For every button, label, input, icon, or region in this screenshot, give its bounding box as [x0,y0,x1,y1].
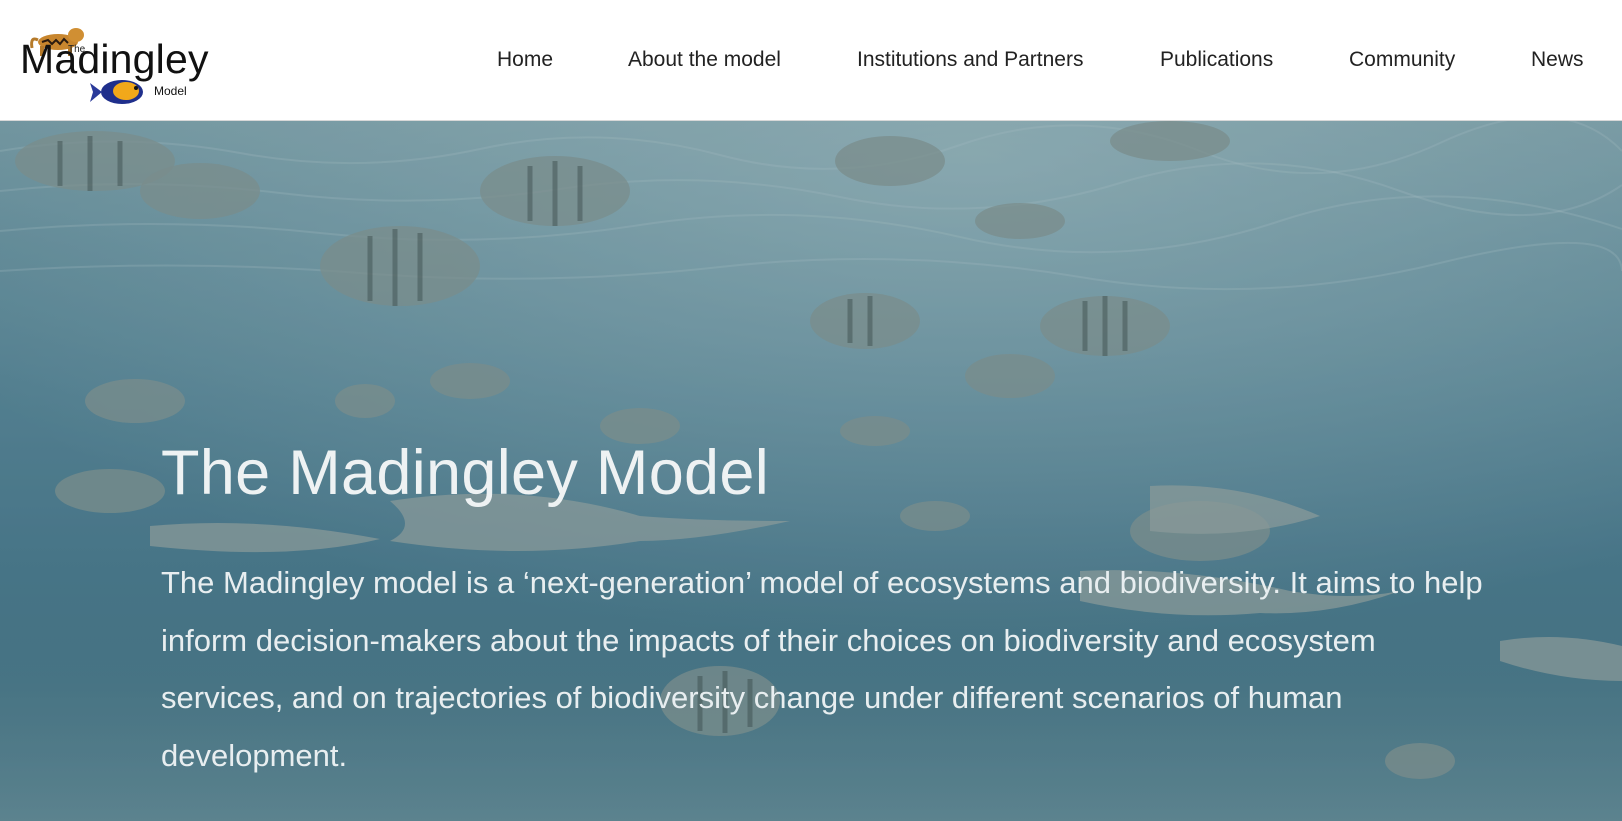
site-header: The Madingley Model Home About the model… [0,0,1622,121]
hero-title: The Madingley Model [161,438,770,508]
hero-banner: The Madingley Model The Madingley model … [0,121,1622,821]
fish-icon [90,80,143,104]
nav-news[interactable]: News [1531,48,1584,72]
nav-community[interactable]: Community [1349,48,1455,72]
nav-home[interactable]: Home [497,48,553,72]
nav-about-the-model[interactable]: About the model [628,48,781,72]
hero-description: The Madingley model is a ‘next-generatio… [161,565,1483,773]
nav-publications[interactable]: Publications [1160,48,1273,72]
main-nav: Home About the model Institutions and Pa… [0,48,1622,78]
logo-model-text: Model [154,84,187,98]
nav-institutions-and-partners[interactable]: Institutions and Partners [857,48,1083,72]
